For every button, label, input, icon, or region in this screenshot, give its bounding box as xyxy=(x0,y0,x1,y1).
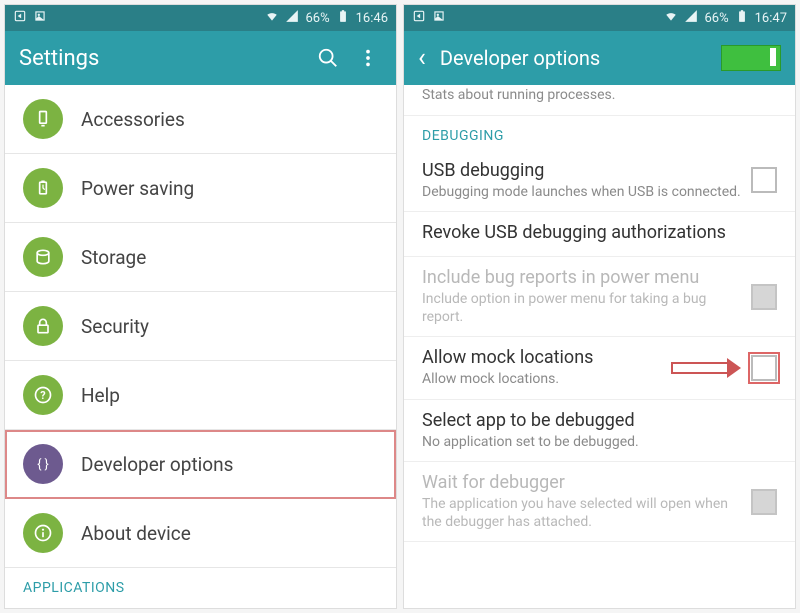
row-title: USB debugging xyxy=(422,160,741,181)
row-title: Revoke USB debugging authorizations xyxy=(422,222,777,243)
status-bar: 66% 16:46 xyxy=(5,5,396,31)
svg-text:{ }: { } xyxy=(37,457,49,472)
row-label: Developer options xyxy=(81,453,233,476)
row-subtitle: No application set to be debugged. xyxy=(422,434,777,452)
checkbox xyxy=(751,489,777,515)
signal-icon xyxy=(684,9,698,27)
about-icon xyxy=(23,513,63,553)
settings-row-about[interactable]: About device xyxy=(5,499,396,568)
status-icon-app1 xyxy=(13,9,27,27)
row-process-stats[interactable]: Stats about running processes. xyxy=(404,85,795,116)
master-toggle[interactable] xyxy=(721,45,781,71)
devopts-icon: { } xyxy=(23,444,63,484)
dev-row-wait-for-debugger: Wait for debugger The application you hav… xyxy=(404,462,795,542)
section-header-debugging: DEBUGGING xyxy=(404,116,795,150)
phone-right: 66% 16:47 ‹ Developer options Stats abou… xyxy=(403,4,796,609)
battery-percent: 66% xyxy=(305,11,329,26)
status-time: 16:47 xyxy=(755,11,787,26)
row-subtitle: Stats about running processes. xyxy=(422,87,777,105)
search-button[interactable] xyxy=(314,44,342,72)
wifi-icon xyxy=(265,9,279,27)
row-subtitle: Debugging mode launches when USB is conn… xyxy=(422,184,741,202)
row-title: Include bug reports in power menu xyxy=(422,267,741,288)
storage-icon xyxy=(23,237,63,277)
dev-row-include-bug-reports-in-power-menu: Include bug reports in power menu Include… xyxy=(404,257,795,337)
settings-row-accessories[interactable]: Accessories xyxy=(5,85,396,154)
row-subtitle: Include option in power menu for taking … xyxy=(422,291,741,326)
row-title: Allow mock locations xyxy=(422,347,661,368)
wifi-icon xyxy=(664,9,678,27)
section-header-applications: APPLICATIONS xyxy=(5,568,396,602)
checkbox[interactable] xyxy=(751,167,777,193)
status-icon-app2 xyxy=(432,9,446,27)
app-title: Settings xyxy=(19,46,302,71)
row-subtitle: The application you have selected will o… xyxy=(422,496,741,531)
phone-left: 66% 16:46 Settings Accessories Power savi… xyxy=(4,4,397,609)
back-button[interactable]: ‹ xyxy=(418,45,426,71)
app-bar: ‹ Developer options xyxy=(404,31,795,85)
checkbox[interactable] xyxy=(751,355,777,381)
row-label: About device xyxy=(81,522,191,545)
settings-row-security[interactable]: Security xyxy=(5,292,396,361)
row-label: Storage xyxy=(81,246,146,269)
row-label: Power saving xyxy=(81,177,194,200)
status-icon-app1 xyxy=(412,9,426,27)
developer-options-list: Stats about running processes. DEBUGGING… xyxy=(404,85,795,608)
settings-list: Accessories Power saving Storage Security? H… xyxy=(5,85,396,608)
settings-row-devopts[interactable]: { } Developer options xyxy=(5,430,396,499)
row-label: Accessories xyxy=(81,108,185,131)
row-title: Wait for debugger xyxy=(422,472,741,493)
row-subtitle: Allow mock locations. xyxy=(422,371,661,389)
accessories-icon xyxy=(23,99,63,139)
settings-row-help[interactable]: ? Help xyxy=(5,361,396,430)
status-icon-app2 xyxy=(33,9,47,27)
app-title: Developer options xyxy=(440,46,709,70)
dev-row-allow-mock-locations[interactable]: Allow mock locations Allow mock locations… xyxy=(404,337,795,400)
dev-row-select-app-to-be-debugged[interactable]: Select app to be debugged No application … xyxy=(404,400,795,463)
overflow-menu-button[interactable] xyxy=(354,44,382,72)
battery-icon xyxy=(735,9,749,27)
annotation-arrow xyxy=(671,359,741,377)
signal-icon xyxy=(285,9,299,27)
status-time: 16:46 xyxy=(356,11,388,26)
help-icon: ? xyxy=(23,375,63,415)
settings-row-power[interactable]: Power saving xyxy=(5,154,396,223)
settings-row-storage[interactable]: Storage xyxy=(5,223,396,292)
row-label: Security xyxy=(81,315,149,338)
svg-text:?: ? xyxy=(40,389,45,402)
battery-icon xyxy=(336,9,350,27)
row-label: Help xyxy=(81,384,120,407)
status-bar: 66% 16:47 xyxy=(404,5,795,31)
security-icon xyxy=(23,306,63,346)
checkbox xyxy=(751,284,777,310)
dev-row-revoke-usb-debugging-authorizations[interactable]: Revoke USB debugging authorizations xyxy=(404,212,795,257)
row-title: Select app to be debugged xyxy=(422,410,777,431)
dev-row-usb-debugging[interactable]: USB debugging Debugging mode launches whe… xyxy=(404,150,795,213)
power-icon xyxy=(23,168,63,208)
battery-percent: 66% xyxy=(704,11,728,26)
app-bar: Settings xyxy=(5,31,396,85)
